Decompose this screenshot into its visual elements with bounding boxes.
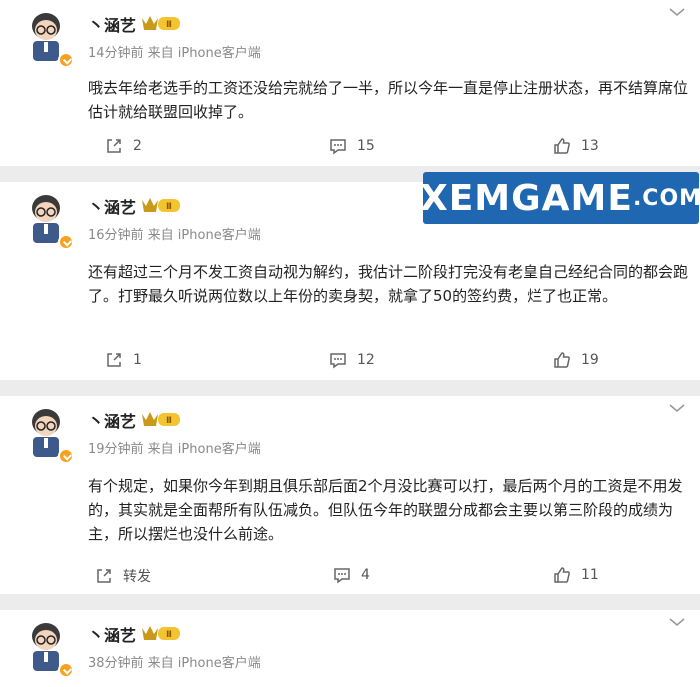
comment-card: 丶涵艺 Ⅱ 19分钟前 来自 iPhone客户端 有个规定，如果你今年到期且俱乐… xyxy=(0,396,700,594)
comment-button[interactable]: 4 xyxy=(333,566,370,584)
comment-count: 12 xyxy=(357,352,375,368)
comment-actions: 转发 4 11 xyxy=(0,566,700,586)
level-label: Ⅱ xyxy=(166,20,172,30)
comment-actions: 2 15 13 xyxy=(0,137,700,157)
like-button[interactable]: 13 xyxy=(553,137,599,155)
verified-badge-icon xyxy=(58,234,74,250)
like-button[interactable]: 19 xyxy=(553,351,599,369)
like-button[interactable]: 11 xyxy=(553,566,599,584)
level-label: Ⅱ xyxy=(166,630,172,640)
username[interactable]: 丶涵艺 xyxy=(88,622,136,646)
share-icon xyxy=(107,353,121,367)
level-label: Ⅱ xyxy=(166,202,172,212)
xemgame-watermark-logo: XEMGAME .COM xyxy=(419,172,700,224)
chevron-down-icon[interactable] xyxy=(668,6,686,18)
share-button[interactable]: 2 xyxy=(105,137,142,155)
share-count: 1 xyxy=(133,352,142,368)
comment-icon xyxy=(330,353,346,369)
comment-text: 哦去年给老选手的工资还没给完就给了一半，所以今年一直是停止注册状态，再不结算席位… xyxy=(88,79,689,121)
thumbs-up-icon xyxy=(554,567,570,583)
share-button[interactable]: 转发 xyxy=(95,566,151,586)
crown-level-badge-icon: Ⅱ xyxy=(142,626,180,640)
thumbs-up-icon xyxy=(554,138,570,154)
share-icon xyxy=(107,139,121,153)
comment-text: 还有超过三个月不发工资自动视为解约，我估计二阶段打完没有老皇自己经纪合同的都会跑… xyxy=(88,263,689,305)
comment-meta: 38分钟前 来自 iPhone客户端 xyxy=(88,656,261,671)
crown-level-badge-icon: Ⅱ xyxy=(142,412,180,426)
level-label: Ⅱ xyxy=(166,416,172,426)
crown-level-badge-icon: Ⅱ xyxy=(142,16,180,30)
verified-badge-icon xyxy=(58,662,74,678)
share-button[interactable]: 1 xyxy=(105,351,142,369)
share-icon xyxy=(97,569,111,583)
chevron-down-icon[interactable] xyxy=(668,616,686,628)
verified-badge-icon xyxy=(58,448,74,464)
comment-meta: 14分钟前 来自 iPhone客户端 xyxy=(88,46,261,61)
comment-meta: 19分钟前 来自 iPhone客户端 xyxy=(88,442,261,457)
like-count: 13 xyxy=(581,138,599,154)
comment-card: 丶涵艺 Ⅱ 38分钟前 来自 iPhone客户端 xyxy=(0,610,700,687)
thumbs-up-icon xyxy=(554,352,570,368)
watermark-suffix: .COM xyxy=(632,185,700,211)
share-count: 2 xyxy=(133,138,142,154)
comment-icon xyxy=(334,568,350,584)
username[interactable]: 丶涵艺 xyxy=(88,12,136,36)
username[interactable]: 丶涵艺 xyxy=(88,408,136,432)
comment-button[interactable]: 12 xyxy=(329,351,375,369)
comment-card: 丶涵艺 Ⅱ 14分钟前 来自 iPhone客户端 哦去年给老选手的工资还没给完就… xyxy=(0,0,700,166)
comment-count: 15 xyxy=(357,138,375,154)
comment-meta: 16分钟前 来自 iPhone客户端 xyxy=(88,228,261,243)
like-count: 11 xyxy=(581,567,599,583)
comment-actions: 1 12 19 xyxy=(0,351,700,371)
crown-level-badge-icon: Ⅱ xyxy=(142,198,180,212)
like-count: 19 xyxy=(581,352,599,368)
username[interactable]: 丶涵艺 xyxy=(88,194,136,218)
comment-button[interactable]: 15 xyxy=(329,137,375,155)
comment-count: 4 xyxy=(361,567,370,583)
chevron-down-icon[interactable] xyxy=(668,402,686,414)
verified-badge-icon xyxy=(58,52,74,68)
share-label: 转发 xyxy=(123,569,151,585)
watermark-main: XEMGAME xyxy=(419,177,633,219)
comment-icon xyxy=(330,139,346,155)
comment-text: 有个规定，如果你今年到期且俱乐部后面2个月没比赛可以打，最后两个月的工资是不用发… xyxy=(88,477,683,543)
